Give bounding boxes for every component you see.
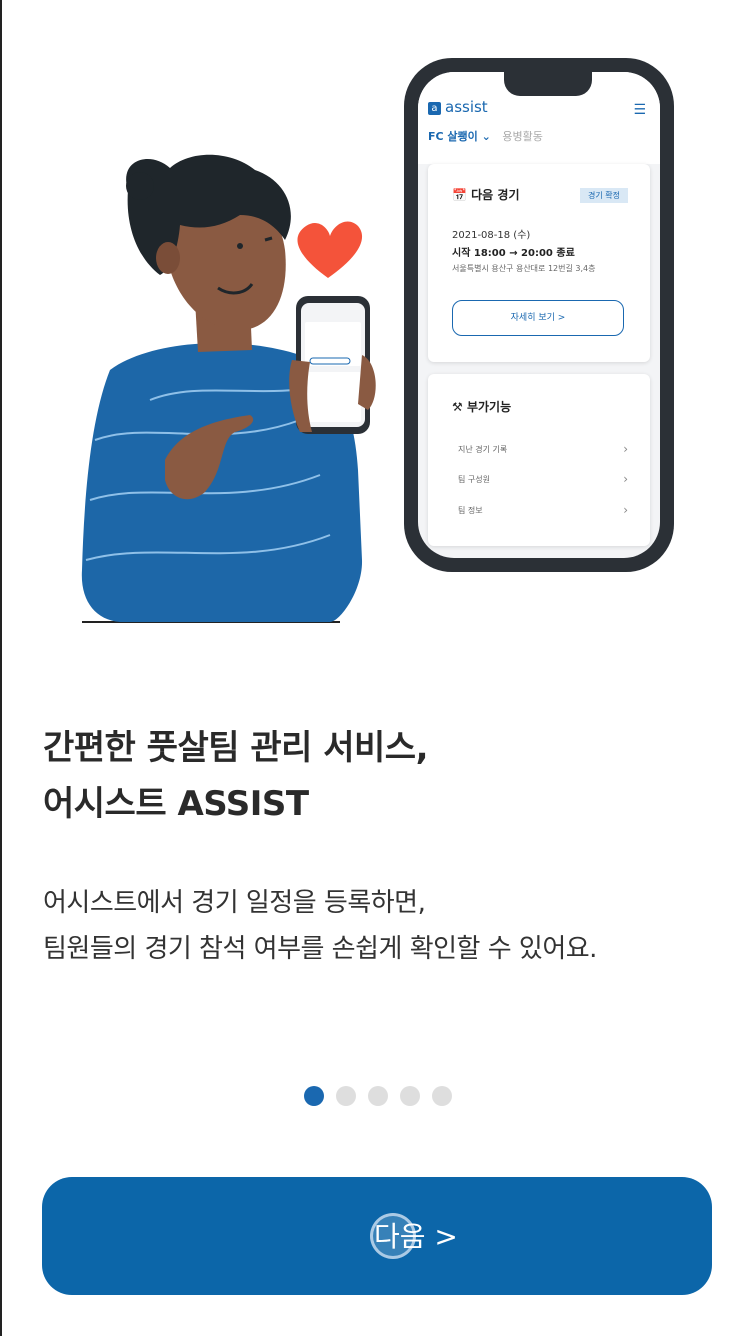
chevron-down-icon: ⌄ (477, 130, 491, 143)
extras-title: ⚒ 부가기능 (452, 398, 511, 415)
match-time: 시작 18:00 → 20:00 종료 (452, 248, 575, 259)
extras-item-label: 팀 정보 (458, 506, 483, 515)
page-dot-5[interactable] (432, 1086, 452, 1106)
phone-screen: a assist ☰ FC 살쾡이 ⌄ 용병활동 📅 다음 경기 경기 확정 20… (418, 72, 660, 558)
heading-line-1: 간편한 풋살팀 관리 서비스, (43, 728, 429, 768)
onboarding-illustration: a assist ☰ FC 살쾡이 ⌄ 용병활동 📅 다음 경기 경기 확정 20… (0, 0, 750, 640)
hamburger-menu-icon: ☰ (633, 102, 646, 118)
team-name: FC 살쾡이 (428, 130, 478, 143)
team-subtitle: 용병활동 (502, 130, 543, 143)
extras-title-text: 부가기능 (466, 400, 512, 414)
app-logo: a assist (428, 98, 488, 116)
details-button: 자세히 보기 > (452, 300, 624, 336)
phone-mockup: a assist ☰ FC 살쾡이 ⌄ 용병활동 📅 다음 경기 경기 확정 20… (404, 58, 674, 572)
extras-card: ⚒ 부가기능 지난 경기 기록 › 팀 구성원 › 팀 정보 › (428, 374, 650, 546)
extras-item-team-info: 팀 정보 › (458, 503, 628, 517)
description-line-2: 팀원들의 경기 참석 여부를 손쉽게 확인할 수 있어요. (43, 934, 597, 964)
phone-notch (504, 72, 592, 96)
extras-item-label: 지난 경기 기록 (458, 445, 508, 454)
extras-item-members: 팀 구성원 › (458, 472, 628, 486)
page-dot-1[interactable] (304, 1086, 324, 1106)
chevron-right-icon: › (623, 442, 628, 456)
match-status-badge: 경기 확정 (580, 188, 628, 203)
description-line-1: 어시스트에서 경기 일정을 등록하면, (43, 888, 426, 918)
match-date: 2021-08-18 (수) (452, 230, 531, 241)
next-match-title: 📅 다음 경기 (452, 186, 519, 203)
match-address: 서울특별시 용산구 용산대로 12번길 3,4층 (452, 264, 596, 273)
logo-text: assist (445, 98, 488, 116)
chevron-right-icon: › (623, 503, 628, 517)
next-button[interactable]: 다음 > (42, 1177, 712, 1295)
onboarding-heading: 간편한 풋살팀 관리 서비스, 어시스트 ASSIST (43, 720, 429, 832)
logo-icon: a (428, 102, 441, 115)
page-dot-3[interactable] (368, 1086, 388, 1106)
onboarding-description: 어시스트에서 경기 일정을 등록하면, 팀원들의 경기 참석 여부를 손쉽게 확… (43, 880, 597, 972)
next-button-label: 다음 > (374, 1220, 458, 1253)
extras-item-label: 팀 구성원 (458, 475, 490, 484)
chevron-right-icon: › (623, 472, 628, 486)
heading-line-2: 어시스트 ASSIST (43, 784, 309, 824)
page-indicator (304, 1086, 452, 1106)
next-match-title-text: 다음 경기 (471, 188, 520, 202)
next-match-card: 📅 다음 경기 경기 확정 2021-08-18 (수) 시작 18:00 → … (428, 164, 650, 362)
calendar-icon: 📅 (452, 188, 467, 202)
extras-item-history: 지난 경기 기록 › (458, 442, 628, 456)
page-dot-4[interactable] (400, 1086, 420, 1106)
page-dot-2[interactable] (336, 1086, 356, 1106)
team-selector: FC 살쾡이 ⌄ 용병활동 (428, 128, 543, 144)
tools-icon: ⚒ (452, 400, 463, 414)
